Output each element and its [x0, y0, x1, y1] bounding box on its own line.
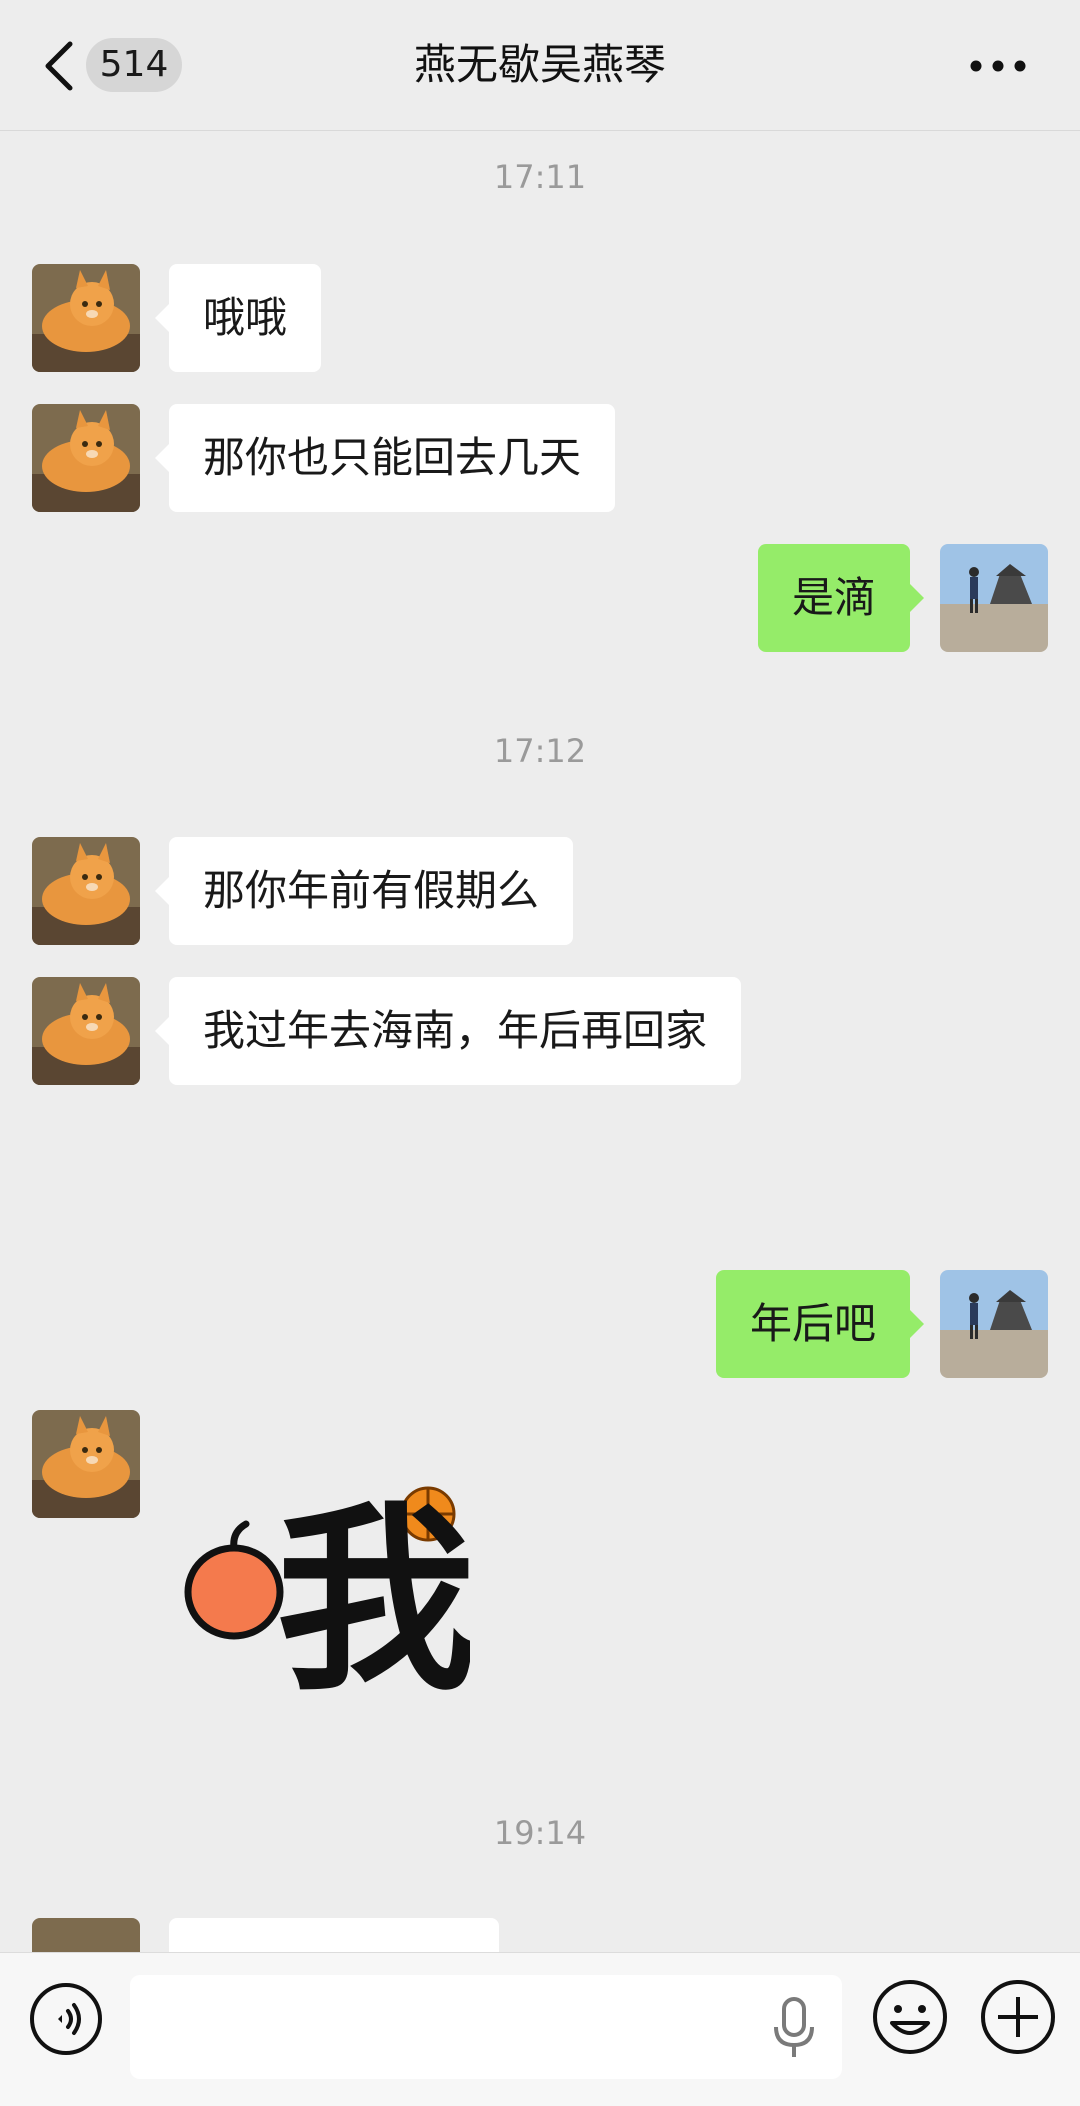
mic-icon[interactable] [772, 1997, 816, 2061]
emoji-icon[interactable] [870, 1977, 950, 2057]
contact-avatar[interactable] [32, 264, 140, 372]
timestamp: 17:12 [493, 732, 587, 770]
voice-icon[interactable] [28, 1981, 104, 2057]
chat-title: 燕无歇吴燕琴 [413, 40, 666, 89]
contact-avatar[interactable] [32, 404, 140, 512]
my-avatar[interactable] [940, 1270, 1048, 1378]
svg-text:我: 我 [276, 1485, 470, 1702]
chat-header: 514 燕无歇吴燕琴 [0, 0, 1080, 131]
message-input[interactable] [130, 1975, 842, 2079]
incoming-message[interactable]: 那你年前有假期么 [154, 837, 574, 945]
incoming-message[interactable]: 我过年去海南，年后再回家 [154, 977, 742, 1085]
incoming-message[interactable]: 那你也只能回去几天 [154, 404, 616, 512]
outgoing-message[interactable]: 是滴 [757, 544, 925, 652]
unread-count-badge[interactable]: 514 [86, 38, 182, 92]
outgoing-message[interactable]: 年后吧 [715, 1270, 925, 1378]
my-avatar[interactable] [940, 544, 1048, 652]
contact-avatar[interactable] [32, 1410, 140, 1518]
chat-screen: 514 燕无歇吴燕琴 17:11 哦哦 那你也只能回去几天 是滴 17:12 那… [0, 0, 1080, 2106]
incoming-message[interactable]: 哦哦 [154, 264, 322, 372]
timestamp: 17:11 [493, 158, 587, 196]
input-bar [0, 1952, 1080, 2106]
more-dots-icon[interactable] [968, 52, 1028, 80]
timestamp: 19:14 [493, 1814, 587, 1852]
chevron-left-icon[interactable] [42, 40, 78, 92]
plus-icon[interactable] [978, 1977, 1058, 2057]
sticker-image[interactable]: 我 [180, 1452, 470, 1702]
contact-avatar[interactable] [32, 977, 140, 1085]
contact-avatar[interactable] [32, 837, 140, 945]
